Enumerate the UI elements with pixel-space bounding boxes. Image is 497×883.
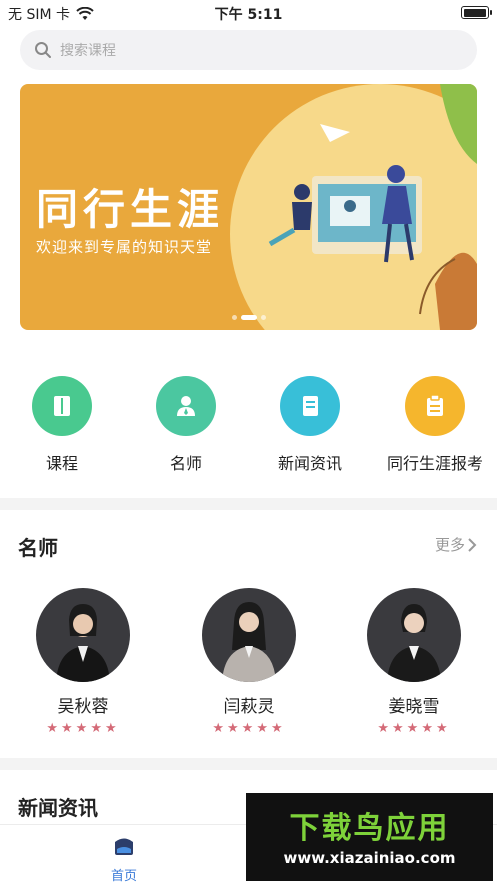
banner-carousel[interactable]: 同行生涯 欢迎来到专属的知识天堂 — [20, 84, 477, 330]
watermark-overlay: 下载鸟应用 www.xiazainiao.com — [246, 793, 493, 881]
book-icon — [32, 376, 92, 436]
carousel-indicator — [20, 315, 477, 320]
carousel-dot[interactable] — [260, 315, 266, 320]
more-label: 更多 — [434, 536, 465, 554]
banner-title: 同行生涯 — [36, 185, 225, 234]
category-label: 新闻资讯 — [277, 454, 342, 473]
tab-home-label: 首页 — [110, 869, 137, 883]
teacher-card[interactable]: 闫萩灵 ★★★★★ — [166, 588, 332, 736]
category-label: 名师 — [169, 454, 202, 473]
category-enroll[interactable]: 同行生涯报考 — [370, 376, 497, 474]
category-course[interactable]: 课程 — [0, 376, 127, 474]
teacher-card[interactable]: 吴秋蓉 ★★★★★ — [0, 588, 166, 736]
banner-subtitle: 欢迎来到专属的知识天堂 — [36, 238, 213, 256]
search-icon — [35, 42, 51, 58]
home-icon — [115, 838, 133, 855]
carousel-dot-active[interactable] — [240, 315, 257, 320]
clipboard-icon — [405, 376, 465, 436]
teacher-avatar — [367, 588, 461, 682]
teacher-name: 姜晓雪 — [388, 697, 440, 717]
tab-home[interactable]: 首页 — [98, 833, 150, 883]
rating-stars: ★★★★★ — [377, 721, 451, 736]
status-bar: 无 SIM 卡 下午 5:11 — [0, 0, 497, 26]
category-grid: 课程 名师 新闻资讯 同行生涯报考 — [0, 376, 497, 476]
rating-stars: ★★★★★ — [46, 721, 120, 736]
watermark-url: www.xiazainiao.com — [283, 849, 456, 867]
battery-icon — [461, 6, 492, 19]
category-label: 课程 — [45, 454, 78, 473]
watermark-brand: 下载鸟应用 — [289, 811, 450, 846]
status-time: 下午 5:11 — [214, 7, 283, 23]
teachers-section-title: 名师 — [18, 536, 58, 560]
teacher-avatar — [36, 588, 130, 682]
category-teacher[interactable]: 名师 — [121, 376, 251, 474]
search-bar[interactable]: 搜索课程 — [20, 30, 477, 70]
teacher-card[interactable]: 姜晓雪 ★★★★★ — [331, 588, 497, 736]
teacher-name: 吴秋蓉 — [57, 697, 109, 717]
search-placeholder: 搜索课程 — [60, 43, 116, 59]
section-divider — [0, 498, 497, 510]
news-icon — [280, 376, 340, 436]
carousel-dot[interactable] — [231, 315, 237, 320]
category-label: 同行生涯报考 — [386, 454, 483, 473]
section-divider — [0, 758, 497, 770]
news-section-title: 新闻资讯 — [18, 796, 98, 820]
teacher-avatar — [202, 588, 296, 682]
more-teachers-link[interactable]: 更多 — [435, 534, 477, 555]
rating-stars: ★★★★★ — [212, 721, 286, 736]
category-news[interactable]: 新闻资讯 — [245, 376, 375, 474]
teacher-icon — [156, 376, 216, 436]
teacher-name: 闫萩灵 — [223, 697, 275, 717]
chevron-right-icon — [468, 537, 477, 552]
